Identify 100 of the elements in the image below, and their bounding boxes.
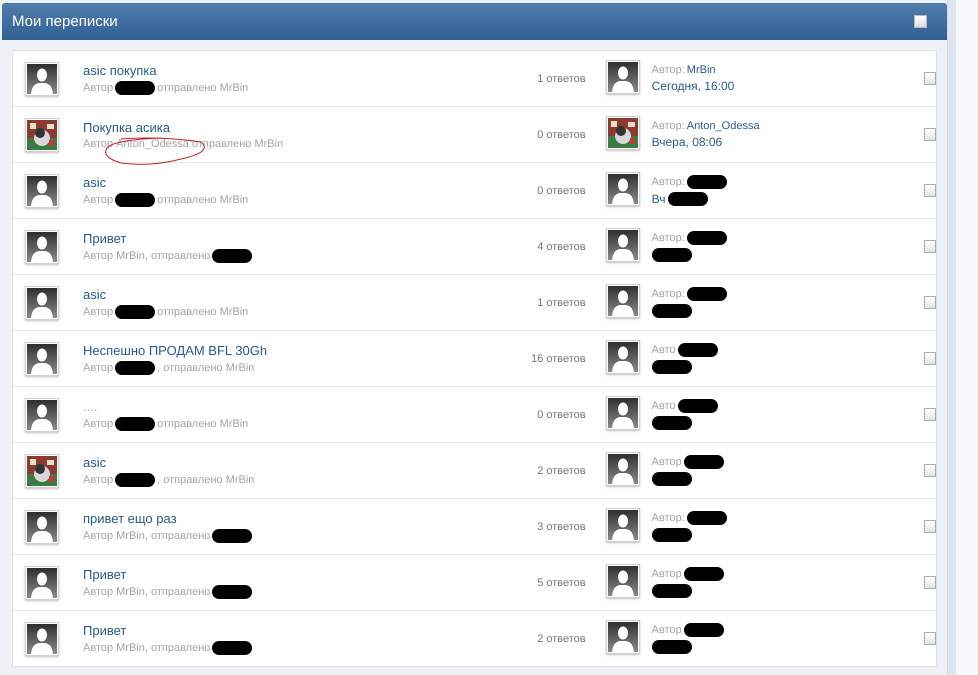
row-checkbox[interactable] — [924, 240, 936, 253]
redaction-mark — [652, 640, 692, 654]
row-checkbox[interactable] — [924, 72, 936, 85]
redaction-mark — [115, 304, 156, 318]
author-link[interactable]: Вчера, 08:06 — [652, 135, 722, 149]
redaction-mark — [652, 248, 692, 262]
reply-count: 1 ответов — [536, 296, 586, 308]
avatar-icon[interactable] — [25, 342, 59, 376]
row-checkbox[interactable] — [924, 352, 936, 365]
redaction-mark — [686, 175, 727, 189]
reply-count: 0 ответов — [536, 408, 586, 420]
redaction-mark — [115, 472, 156, 486]
author-text: отправлено MrBin — [157, 194, 248, 206]
row-checkbox[interactable] — [924, 408, 936, 421]
avatar-icon[interactable] — [25, 286, 59, 320]
redaction-mark — [212, 248, 252, 262]
conversation-title[interactable]: asic — [83, 454, 106, 470]
reply-count: 16 ответов — [530, 352, 586, 364]
author-text: отправлено MrBin — [157, 82, 248, 94]
reply-count: 2 ответов — [536, 464, 586, 476]
conversation-title[interactable]: привет ещо раз — [83, 510, 177, 526]
row-checkbox[interactable] — [924, 520, 936, 533]
conversation-title[interactable]: asic покупка — [83, 62, 157, 78]
avatar-icon[interactable] — [25, 510, 59, 544]
author-text: Автор — [83, 474, 114, 486]
author-text: Автор MrBin, отправлено — [83, 586, 210, 598]
author-text: Автор — [83, 194, 114, 206]
redaction-mark — [115, 360, 156, 374]
conversation-title[interactable]: Привет — [83, 622, 126, 638]
row-checkbox[interactable] — [924, 184, 936, 197]
redaction-mark — [684, 567, 724, 581]
row-checkbox[interactable] — [924, 128, 936, 141]
avatar-icon[interactable] — [25, 566, 59, 600]
author-text: Автор — [652, 624, 682, 636]
reply-count: 0 ответов — [536, 128, 586, 140]
avatar-icon[interactable] — [606, 564, 640, 598]
redaction-mark — [652, 528, 692, 542]
author-text: Автор: — [652, 64, 685, 76]
redaction-mark — [686, 287, 727, 301]
conversation-title[interactable]: Покупка асика — [83, 120, 170, 134]
author-text: , отправлено MrBin — [157, 474, 254, 486]
avatar-icon[interactable] — [606, 172, 640, 206]
redaction-mark — [686, 231, 727, 245]
author-text: Авто — [652, 400, 676, 412]
author-link[interactable]: Anton_Odessa — [686, 120, 760, 132]
author-text: Автор — [83, 82, 114, 94]
conversation-title[interactable]: asic — [83, 174, 106, 190]
reply-count: 2 ответов — [536, 632, 586, 644]
reply-count: 4 ответов — [536, 240, 586, 252]
page-title: Мои переписки — [12, 13, 118, 30]
conversation-title[interactable]: Неспешно ПРОДАМ BFL 30Gh — [83, 342, 268, 358]
author-text: Автор — [83, 418, 114, 430]
author-text: Автор: — [652, 176, 685, 188]
author-link[interactable]: MrBin — [686, 64, 716, 76]
redaction-mark — [652, 584, 692, 598]
avatar-icon[interactable] — [606, 452, 640, 486]
redaction-mark — [652, 360, 692, 374]
row-checkbox[interactable] — [924, 296, 936, 309]
author-text: Автор: — [652, 120, 685, 132]
author-text: Автор MrBin, отправлено — [83, 530, 210, 542]
conversation-title[interactable]: Привет — [83, 566, 126, 582]
author-text: Авто — [652, 344, 676, 356]
redaction-mark — [115, 192, 156, 206]
author-text: Автор: — [652, 512, 685, 524]
avatar-icon[interactable] — [606, 340, 640, 374]
author-text: Автор — [83, 362, 114, 374]
conversation-title[interactable]: Привет — [83, 230, 126, 246]
avatar-icon[interactable] — [606, 284, 640, 318]
redaction-mark — [678, 399, 718, 413]
avatar-icon[interactable] — [25, 174, 59, 208]
redaction-mark — [652, 304, 692, 318]
redaction-mark — [212, 640, 252, 654]
avatar-icon[interactable] — [25, 230, 59, 264]
row-checkbox[interactable] — [924, 576, 936, 589]
row-checkbox[interactable] — [924, 632, 936, 645]
author-text: Автор MrBin, отправлено — [83, 250, 210, 262]
avatar-icon[interactable] — [606, 60, 640, 94]
reply-count: 0 ответов — [536, 184, 586, 196]
avatar-icon[interactable] — [25, 62, 59, 96]
author-link[interactable]: Сегодня, 16:00 — [652, 79, 734, 93]
author-text: Автор — [652, 456, 682, 468]
author-text: Автор: — [652, 288, 685, 300]
avatar-icon[interactable] — [25, 622, 59, 656]
avatar-icon[interactable] — [606, 508, 640, 542]
redaction-mark — [668, 192, 708, 206]
author-text: Автор — [83, 306, 114, 318]
redaction-mark — [684, 455, 724, 469]
conversation-title[interactable]: asic — [83, 286, 106, 302]
author-text: Автор — [652, 568, 682, 580]
avatar-icon[interactable] — [25, 398, 59, 432]
avatar-icon[interactable] — [606, 228, 640, 262]
author-link[interactable]: Вч — [652, 192, 666, 206]
redaction-mark — [212, 584, 252, 598]
author-text: , отправлено MrBin — [157, 362, 254, 374]
row-checkbox[interactable] — [924, 464, 936, 477]
avatar-icon[interactable] — [606, 396, 640, 430]
avatar-icon[interactable] — [606, 620, 640, 654]
select-all-checkbox[interactable] — [914, 15, 927, 28]
reply-count: 3 ответов — [536, 520, 586, 532]
redaction-mark — [212, 528, 252, 542]
